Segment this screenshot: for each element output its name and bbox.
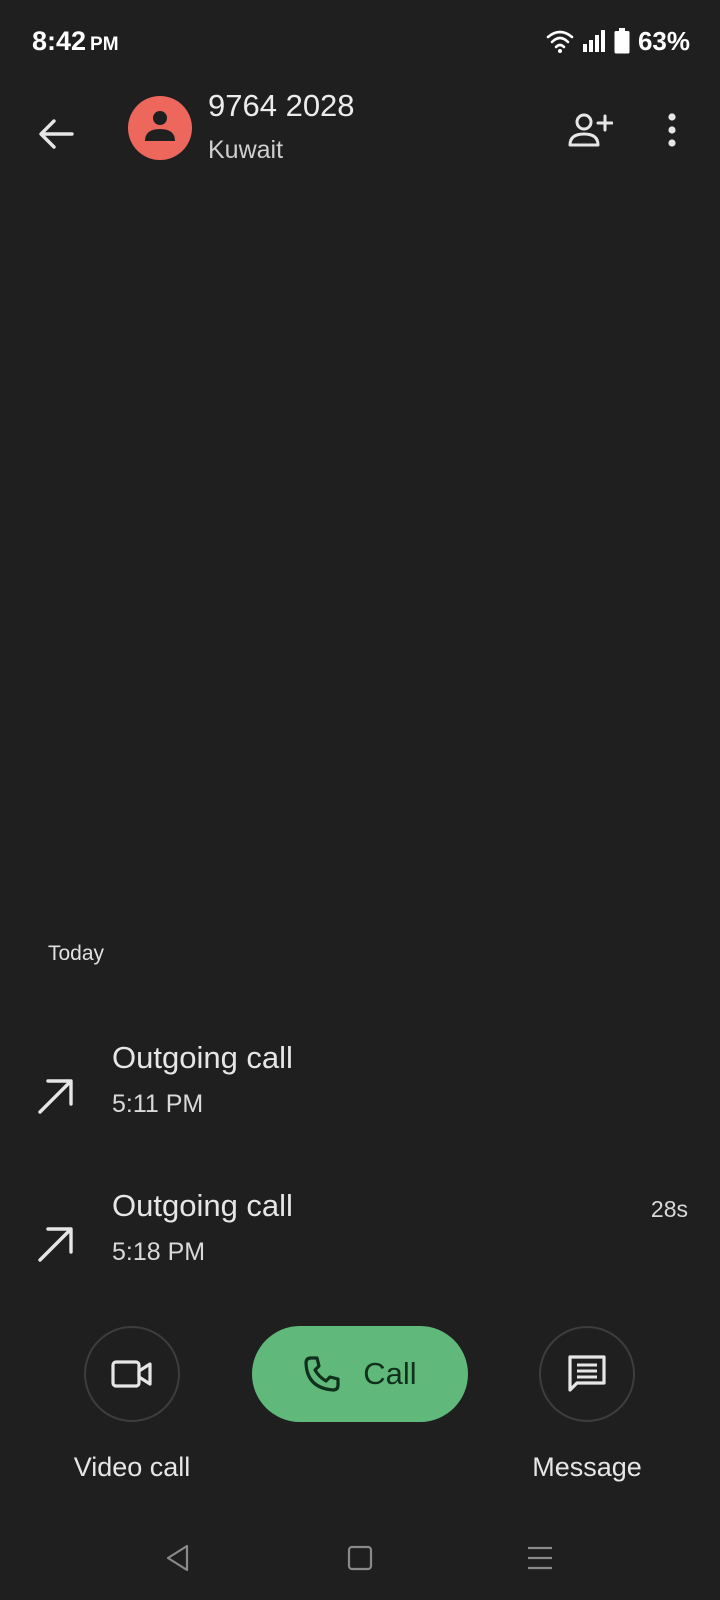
more-vert-icon <box>668 113 676 147</box>
call-button[interactable]: Call <box>252 1326 468 1422</box>
wifi-icon <box>546 30 574 53</box>
nav-recents-icon <box>528 1546 552 1570</box>
outgoing-arrow-icon <box>38 1079 73 1114</box>
contact-number: 9764 2028 <box>208 88 355 123</box>
more-options-button[interactable] <box>642 100 702 160</box>
video-call-button[interactable] <box>84 1326 180 1422</box>
status-bar: 8:42 PM 63% <box>0 0 720 84</box>
contact-location: Kuwait <box>208 136 284 164</box>
message-button[interactable] <box>539 1326 635 1422</box>
nav-back-icon <box>166 1544 189 1572</box>
call-time: 5:11 PM <box>112 1090 204 1118</box>
nav-back-button[interactable] <box>154 1534 202 1582</box>
outgoing-arrow-icon <box>38 1227 73 1262</box>
call-time: 5:18 PM <box>112 1238 206 1266</box>
history-section-header: Today <box>48 942 105 965</box>
status-icons: 63% <box>546 26 690 56</box>
nav-recents-button[interactable] <box>516 1534 564 1582</box>
call-duration: 28s <box>650 1196 688 1222</box>
call-history-row[interactable]: Outgoing call 5:18 PM 28s <box>0 1188 720 1318</box>
add-contact-button[interactable] <box>560 100 620 160</box>
status-time: 8:42 PM <box>32 26 119 57</box>
back-button[interactable] <box>26 104 86 164</box>
message-icon <box>568 1355 606 1392</box>
video-call-label: Video call <box>73 1452 191 1482</box>
battery-icon <box>614 28 630 54</box>
videocam-icon <box>111 1360 152 1388</box>
phone-icon <box>304 1356 340 1392</box>
call-details-screen: 8:42 PM 63% 9764 2028 Kuwait Today Outgo… <box>0 0 720 1600</box>
person-add-icon <box>568 113 613 147</box>
status-time-ampm: PM <box>90 34 119 55</box>
battery-percent: 63% <box>637 25 690 56</box>
status-time-value: 8:42 <box>32 26 87 56</box>
message-label: Message <box>532 1452 642 1482</box>
call-type: Outgoing call <box>112 1040 293 1075</box>
person-icon <box>145 111 175 141</box>
call-history-row[interactable]: Outgoing call 5:11 PM <box>0 1040 720 1170</box>
system-nav-bar <box>0 1520 720 1600</box>
nav-home-icon <box>347 1545 373 1571</box>
call-label: Call <box>363 1356 417 1391</box>
avatar[interactable] <box>128 96 192 160</box>
call-type: Outgoing call <box>112 1188 293 1223</box>
nav-home-button[interactable] <box>336 1534 384 1582</box>
arrow-back-icon <box>39 119 74 149</box>
signal-icon <box>582 30 605 52</box>
app-bar: 9764 2028 Kuwait <box>0 84 720 204</box>
